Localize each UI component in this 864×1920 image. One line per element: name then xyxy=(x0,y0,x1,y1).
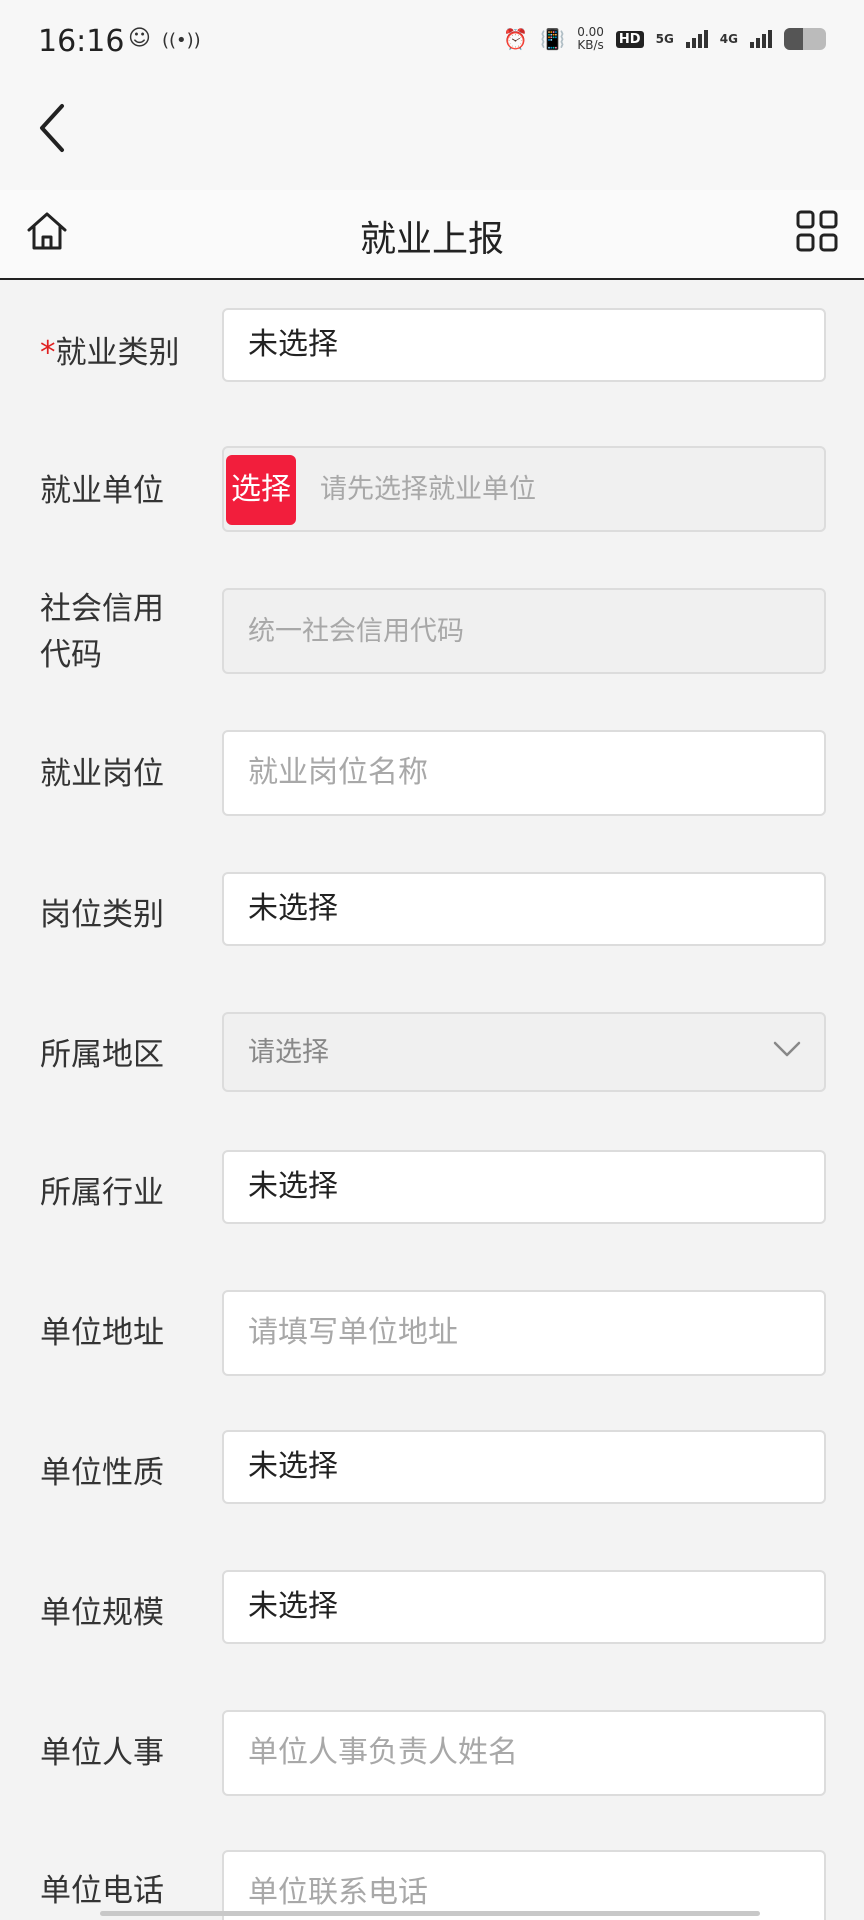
hd-icon: HD xyxy=(615,30,644,48)
scale-label: 单位规模 xyxy=(40,1595,164,1631)
top-nav xyxy=(0,90,864,190)
phone-placeholder: 单位联系电话 xyxy=(248,1875,428,1910)
position-category-label: 岗位类别 xyxy=(40,897,164,933)
industry-select[interactable]: 未选择 xyxy=(222,1150,826,1224)
hr-contact-input[interactable]: 单位人事负责人姓名 xyxy=(222,1710,826,1796)
employer-field[interactable]: 选择 请先选择就业单位 xyxy=(222,446,826,532)
employer-placeholder: 请先选择就业单位 xyxy=(320,474,536,505)
industry-value: 未选择 xyxy=(248,1169,338,1204)
phone-input[interactable]: 单位联系电话 xyxy=(222,1850,826,1920)
scale-value: 未选择 xyxy=(248,1589,338,1624)
select-employer-button[interactable]: 选择 xyxy=(226,455,296,525)
app-notification-icon: ☺ xyxy=(128,26,151,51)
status-indicators: ⏰ 📳 0.00 KB/s HD 5G 4G xyxy=(503,26,826,52)
back-icon[interactable] xyxy=(34,98,74,158)
region-label: 所属地区 xyxy=(40,1037,164,1073)
credit-code-placeholder: 统一社会信用代码 xyxy=(248,616,464,647)
status-bar: 16:16 ☺ ((•)) ⏰ 📳 0.00 KB/s HD 5G 4G xyxy=(0,0,864,90)
phone-label: 单位电话 xyxy=(40,1873,164,1909)
net-speed-unit: KB/s xyxy=(577,38,604,52)
nature-value: 未选择 xyxy=(248,1449,338,1484)
position-input[interactable]: 就业岗位名称 xyxy=(222,730,826,816)
page-title: 就业上报 xyxy=(359,219,504,260)
position-placeholder: 就业岗位名称 xyxy=(248,755,428,790)
sim1-network-label: 5G xyxy=(655,32,674,46)
address-label: 单位地址 xyxy=(40,1315,164,1351)
battery-icon xyxy=(784,28,826,50)
employment-category-label-text: 就业类别 xyxy=(55,335,180,371)
hr-contact-placeholder: 单位人事负责人姓名 xyxy=(248,1735,518,1770)
employment-category-select[interactable]: 未选择 xyxy=(222,308,826,382)
credit-code-label: 社会信用 代码 xyxy=(40,586,164,678)
employer-label: 就业单位 xyxy=(40,473,164,509)
position-category-value: 未选择 xyxy=(248,891,338,926)
title-bar: 就业上报 xyxy=(0,190,864,280)
scale-select[interactable]: 未选择 xyxy=(222,1570,826,1644)
status-time: 16:16 xyxy=(38,24,125,59)
employment-category-value: 未选择 xyxy=(248,327,338,362)
required-mark: * xyxy=(40,335,56,371)
hotspot-icon: ((•)) xyxy=(162,30,201,51)
credit-code-input[interactable]: 统一社会信用代码 xyxy=(222,588,826,674)
credit-code-label-line1: 社会信用 xyxy=(40,591,164,627)
region-value: 请选择 xyxy=(248,1037,329,1068)
region-select[interactable]: 请选择 xyxy=(222,1012,826,1092)
employment-category-label: *就业类别 xyxy=(40,330,180,376)
address-placeholder: 请填写单位地址 xyxy=(248,1315,458,1350)
sim2-network-label: 4G xyxy=(719,32,738,46)
nature-select[interactable]: 未选择 xyxy=(222,1430,826,1504)
position-label: 就业岗位 xyxy=(40,756,164,792)
vibrate-icon: 📳 xyxy=(540,27,566,51)
position-category-select[interactable]: 未选择 xyxy=(222,872,826,946)
net-speed-value: 0.00 xyxy=(577,25,604,39)
credit-code-label-line2: 代码 xyxy=(40,637,102,673)
alarm-icon: ⏰ xyxy=(503,27,529,51)
chevron-down-icon xyxy=(773,1041,801,1057)
net-speed: 0.00 KB/s xyxy=(577,26,604,52)
horizontal-scrollbar[interactable] xyxy=(100,1911,760,1916)
nature-label: 单位性质 xyxy=(40,1455,164,1491)
industry-label: 所属行业 xyxy=(40,1175,164,1211)
sim1-signal-icon xyxy=(685,30,708,48)
address-input[interactable]: 请填写单位地址 xyxy=(222,1290,826,1376)
grid-menu-icon[interactable] xyxy=(794,208,840,254)
hr-contact-label: 单位人事 xyxy=(40,1735,164,1771)
sim2-signal-icon xyxy=(750,30,772,48)
